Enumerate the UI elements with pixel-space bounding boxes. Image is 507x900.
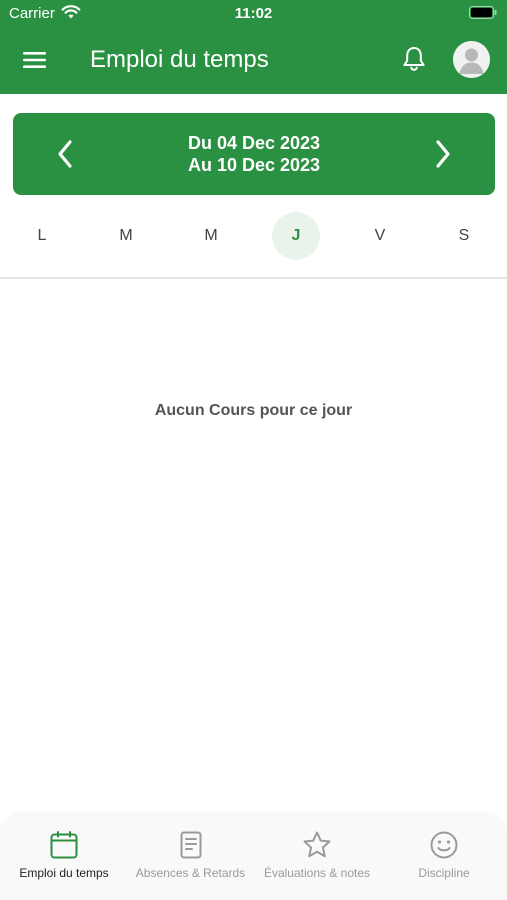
day-wednesday[interactable]: M [187,212,235,260]
app-bar: Emploi du temps [0,28,507,94]
header: Carrier 11:02 Emploi du temps [0,0,507,94]
day-monday[interactable]: L [18,212,66,260]
week-end-date: Au 10 Dec 2023 [187,155,321,175]
status-time: 11:02 [234,5,273,22]
day-tuesday[interactable]: M [102,212,150,260]
chevron-right-icon[interactable] [433,137,453,171]
bell-icon[interactable] [401,45,427,73]
tab-label: Emploi du temps [19,866,109,880]
avatar[interactable] [453,41,490,78]
status-bar: Carrier 11:02 [0,0,507,28]
calendar-icon [50,831,78,859]
day-selector: L M M J V S [0,212,507,262]
smiley-icon [430,831,458,859]
tab-label: Évaluations & notes [263,866,371,880]
bottom-tab-bar: Emploi du temps Absences & Retards Évalu… [0,814,507,900]
tab-emploi-du-temps[interactable]: Emploi du temps [0,814,128,900]
week-range: Du 04 Dec 2023 Au 10 Dec 2023 [13,132,495,176]
document-icon [180,831,201,859]
week-selector: Du 04 Dec 2023 Au 10 Dec 2023 [13,113,495,195]
battery-icon [469,6,497,19]
star-icon [303,831,331,858]
tab-label: Absences & Retards [135,866,246,880]
empty-schedule-message: Aucun Cours pour ce jour [154,402,353,419]
week-start-date: Du 04 Dec 2023 [187,133,321,153]
divider [0,277,507,279]
day-thursday[interactable]: J [272,212,320,260]
day-saturday[interactable]: S [440,212,488,260]
page-title: Emploi du temps [90,46,269,73]
menu-icon[interactable] [22,48,48,72]
screen: Carrier 11:02 Emploi du temps Du 04 Dec … [0,0,507,900]
tab-absences-retards[interactable]: Absences & Retards [128,814,253,900]
user-avatar-icon [453,41,490,78]
tab-evaluations-notes[interactable]: Évaluations & notes [253,814,381,900]
day-friday[interactable]: V [356,212,404,260]
tab-discipline[interactable]: Discipline [381,814,507,900]
tab-label: Discipline [418,866,470,880]
